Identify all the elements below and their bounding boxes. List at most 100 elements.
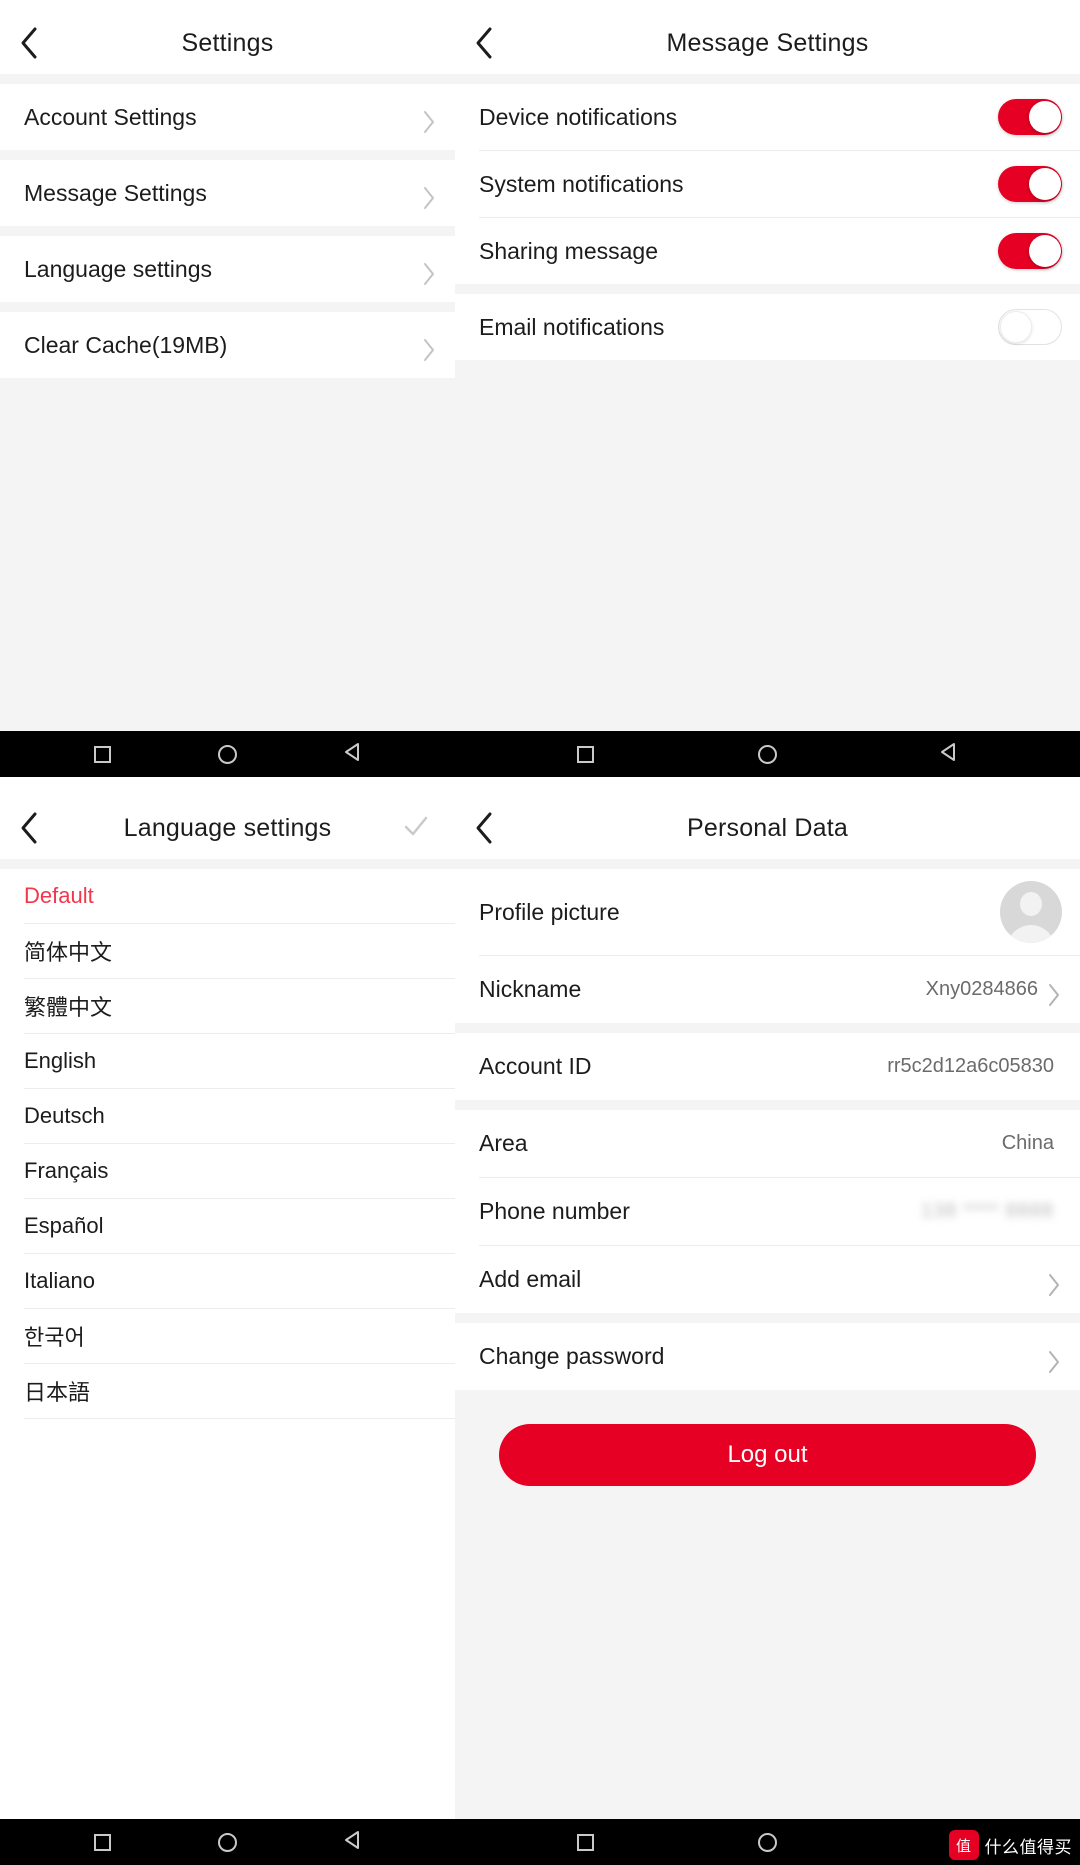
settings-row-language[interactable]: Language settings <box>0 236 455 302</box>
page-title: Language settings <box>123 813 332 842</box>
avatar-head <box>1020 892 1042 916</box>
screenshot-grid: Settings Account Settings Message Settin… <box>0 0 1080 1865</box>
language-item-francais[interactable]: Français <box>0 1144 455 1198</box>
row-label: Nickname <box>479 976 582 1002</box>
watermark-text: 什么值得买 <box>984 1837 1072 1857</box>
home-button[interactable] <box>752 1827 782 1857</box>
logout-button[interactable]: Log out <box>499 1424 1036 1486</box>
row-label: System notifications <box>479 170 684 197</box>
language-settings-nav-header: Language settings <box>0 797 455 859</box>
language-item-traditional-chinese[interactable]: 繁體中文 <box>0 979 455 1033</box>
panel-personal-data: Personal Data Profile picture Nickname X… <box>455 785 1080 1865</box>
language-item-korean[interactable]: 한국어 <box>0 1309 455 1363</box>
row-label: Profile picture <box>479 898 620 925</box>
row-label: Clear Cache(19MB) <box>24 331 228 358</box>
personal-row-add-email[interactable]: Add email <box>455 1246 1080 1313</box>
avatar-body <box>1007 925 1055 943</box>
recents-button[interactable] <box>88 1827 118 1857</box>
toggle-row-system-notifications[interactable]: System notifications <box>455 151 1080 217</box>
panel-language-settings: Language settings Default 简体中文 繁體中文 Engl… <box>0 785 455 1865</box>
square-icon <box>94 1833 111 1851</box>
chevron-right-icon <box>421 261 437 285</box>
personal-row-phone-number[interactable]: Phone number 138 **** 8888 <box>455 1178 1080 1245</box>
toggle-row-email-notifications[interactable]: Email notifications <box>455 294 1080 360</box>
language-item-espanol[interactable]: Español <box>0 1199 455 1253</box>
section-gap <box>0 859 455 869</box>
personal-row-area: Area China <box>455 1110 1080 1177</box>
android-nav-bar <box>455 731 1080 777</box>
row-label: Area <box>479 1130 528 1156</box>
status-ghost-icons: ▪ ▪ ▪ <box>1021 777 1060 782</box>
device-notifications-toggle[interactable] <box>998 99 1062 135</box>
personal-data-nav-header: Personal Data <box>455 797 1080 859</box>
chevron-left-icon <box>473 25 495 61</box>
account-id-value: rr5c2d12a6c05830 <box>887 1055 1054 1077</box>
section-gap <box>455 859 1080 869</box>
back-button[interactable] <box>18 22 60 64</box>
system-notifications-toggle[interactable] <box>998 166 1062 202</box>
empty-area <box>0 378 455 731</box>
empty-area <box>455 1486 1080 1819</box>
page-title: Personal Data <box>686 813 849 842</box>
language-item-japanese[interactable]: 日本語 <box>0 1364 455 1418</box>
toggle-row-device-notifications[interactable]: Device notifications <box>455 84 1080 150</box>
empty-area <box>0 1419 455 1819</box>
back-button[interactable] <box>473 807 515 849</box>
settings-list: Account Settings Message Settings Langua… <box>0 84 455 378</box>
message-settings-list: Device notifications System notification… <box>455 84 1080 360</box>
triangle-back-icon <box>343 1830 363 1855</box>
row-label: Email notifications <box>479 313 665 340</box>
chevron-right-icon <box>1046 982 1062 1006</box>
square-icon <box>577 1833 595 1851</box>
logout-section: Log out <box>455 1390 1080 1486</box>
circle-icon <box>218 1832 237 1852</box>
settings-row-clear-cache[interactable]: Clear Cache(19MB) <box>0 312 455 378</box>
row-gap <box>0 302 455 312</box>
personal-row-account-id: Account ID rr5c2d12a6c05830 <box>455 1033 1080 1100</box>
back-button[interactable] <box>473 22 515 64</box>
section-gap <box>455 74 1080 84</box>
toggle-knob <box>1029 101 1061 133</box>
back-nav-button[interactable] <box>934 739 964 769</box>
personal-row-change-password[interactable]: Change password <box>455 1323 1080 1390</box>
home-button[interactable] <box>213 1827 243 1857</box>
row-label: Phone number <box>479 1198 630 1224</box>
row-gap <box>0 226 455 236</box>
recents-button[interactable] <box>571 1827 601 1857</box>
triangle-back-icon <box>343 742 363 767</box>
triangle-back-icon <box>939 742 959 767</box>
back-nav-button[interactable] <box>338 739 368 769</box>
language-label: Deutsch <box>24 1103 105 1128</box>
settings-row-account[interactable]: Account Settings <box>0 84 455 150</box>
language-item-deutsch[interactable]: Deutsch <box>0 1089 455 1143</box>
recents-button[interactable] <box>571 739 601 769</box>
language-item-english[interactable]: English <box>0 1034 455 1088</box>
confirm-button[interactable] <box>395 807 437 849</box>
check-icon <box>401 811 431 846</box>
back-nav-button[interactable] <box>338 1827 368 1857</box>
status-bleed <box>0 777 455 785</box>
language-item-simplified-chinese[interactable]: 简体中文 <box>0 924 455 978</box>
chevron-right-icon <box>1046 1272 1062 1296</box>
personal-row-profile-picture[interactable]: Profile picture <box>455 869 1080 955</box>
back-button[interactable] <box>18 807 60 849</box>
chevron-left-icon <box>18 25 40 61</box>
area-value: China <box>1001 1132 1054 1154</box>
page-title: Message Settings <box>666 28 869 57</box>
language-item-italiano[interactable]: Italiano <box>0 1254 455 1308</box>
home-button[interactable] <box>752 739 782 769</box>
toggle-row-sharing-message[interactable]: Sharing message <box>455 218 1080 284</box>
personal-row-nickname[interactable]: Nickname Xny0284866 <box>455 956 1080 1023</box>
recents-button[interactable] <box>88 739 118 769</box>
language-label: 日本語 <box>24 1380 91 1405</box>
settings-nav-header: Settings <box>0 12 455 74</box>
sharing-message-toggle[interactable] <box>998 233 1062 269</box>
panel-message-settings: Message Settings Device notifications Sy… <box>455 0 1080 785</box>
email-notifications-toggle[interactable] <box>998 309 1062 345</box>
language-list: Default 简体中文 繁體中文 English Deutsch França… <box>0 869 455 1419</box>
avatar[interactable] <box>1000 881 1062 943</box>
language-item-default[interactable]: Default <box>0 869 455 923</box>
home-button[interactable] <box>213 739 243 769</box>
settings-row-message[interactable]: Message Settings <box>0 160 455 226</box>
phone-number-value: 138 **** 8888 <box>920 1200 1054 1222</box>
